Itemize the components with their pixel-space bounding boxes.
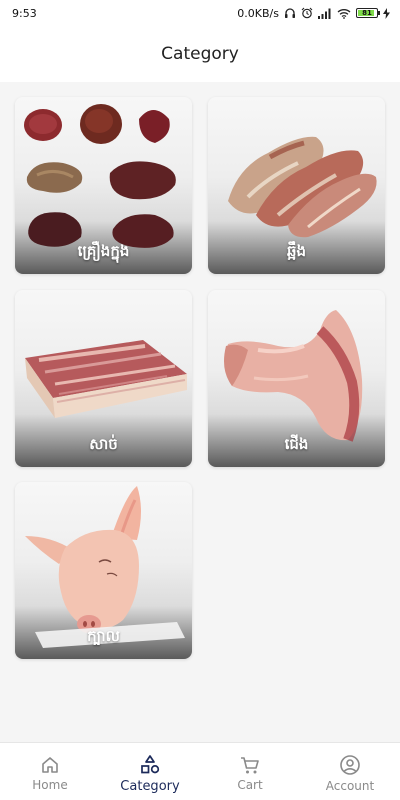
category-card-head[interactable]: ក្បាល — [15, 482, 192, 659]
app-header: Category — [0, 26, 400, 82]
home-icon — [42, 757, 58, 773]
category-label: សាច់ — [89, 435, 118, 453]
category-label: ឆ្អឹង — [286, 242, 307, 260]
category-card-bones[interactable]: ឆ្អឹង — [208, 97, 385, 274]
nav-category-label: Category — [120, 778, 180, 794]
charging-icon — [383, 7, 390, 19]
nav-cart[interactable]: Cart — [200, 743, 300, 800]
signal-icon — [318, 8, 331, 19]
category-grid: គ្រឿងក្នុង ឆ្អឹង សាច់ ជើង ក្បាល — [0, 82, 400, 742]
account-icon — [340, 755, 360, 775]
battery-icon: 81 — [356, 8, 380, 18]
category-label: គ្រឿងក្នុង — [77, 242, 130, 260]
battery-level: 81 — [362, 9, 372, 17]
cart-icon — [241, 757, 259, 774]
nav-category[interactable]: Category — [100, 743, 200, 800]
wifi-icon — [337, 8, 351, 19]
category-card-meat[interactable]: សាច់ — [15, 290, 192, 467]
nav-account-label: Account — [325, 779, 375, 793]
page-title: Category — [161, 44, 239, 64]
headphones-icon — [285, 8, 295, 18]
nav-account[interactable]: Account — [300, 743, 400, 800]
bottom-nav: Home Category Cart Account — [0, 742, 400, 800]
status-bar: 9:53 0.0KB/s 81 — [0, 0, 400, 26]
category-card-offal[interactable]: គ្រឿងក្នុង — [15, 97, 192, 274]
category-label: ក្បាល — [87, 627, 120, 645]
category-label: ជើង — [284, 435, 309, 453]
category-card-leg[interactable]: ជើង — [208, 290, 385, 467]
nav-home-label: Home — [32, 778, 68, 792]
network-speed: 0.0KB/s — [237, 6, 279, 20]
status-icons: 0.0KB/s 81 — [237, 7, 390, 20]
nav-cart-label: Cart — [237, 778, 263, 792]
nav-home[interactable]: Home — [0, 743, 100, 800]
shapes-icon — [141, 754, 160, 773]
status-time: 9:53 — [12, 6, 37, 20]
alarm-icon — [301, 7, 313, 19]
